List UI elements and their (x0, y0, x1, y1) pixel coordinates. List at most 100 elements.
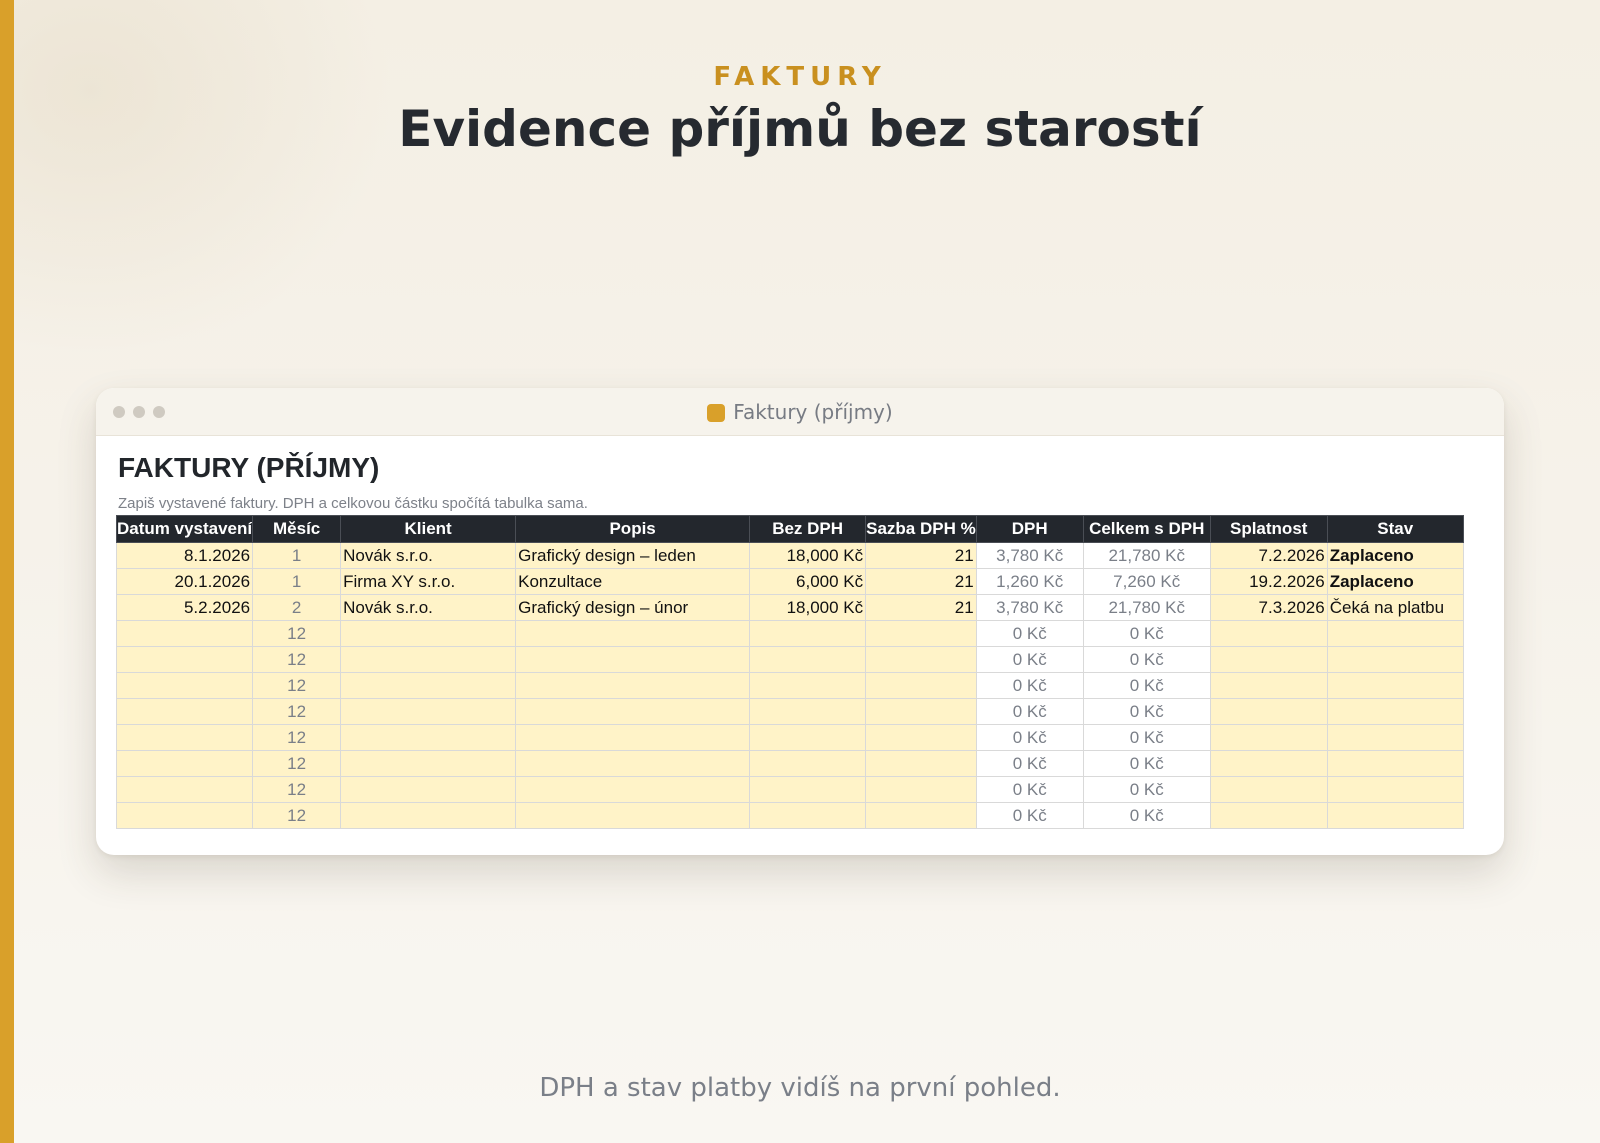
date-cell[interactable] (115, 776, 254, 803)
vat-amount-cell[interactable]: 0 Kč (975, 698, 1084, 725)
vat-rate-cell[interactable] (865, 646, 977, 673)
vat-rate-cell[interactable]: 21 (865, 542, 977, 569)
date-cell[interactable] (115, 672, 254, 699)
vat-rate-cell[interactable] (865, 724, 977, 751)
month-cell[interactable]: 12 (252, 698, 342, 725)
vat-rate-cell[interactable]: 21 (865, 594, 977, 621)
total-amount-cell[interactable]: 21,780 Kč (1082, 594, 1211, 621)
vat-rate-cell[interactable] (865, 698, 977, 725)
date-cell[interactable] (115, 620, 254, 647)
status-cell[interactable] (1326, 672, 1464, 699)
client-cell[interactable]: Novák s.r.o. (340, 594, 517, 621)
client-cell[interactable] (340, 724, 517, 751)
status-cell[interactable] (1326, 776, 1464, 803)
description-cell[interactable] (515, 750, 751, 777)
description-cell[interactable] (515, 620, 751, 647)
col-header[interactable]: Datum vystavení (115, 515, 254, 543)
col-header[interactable]: Sazba DPH % (865, 515, 977, 543)
date-cell[interactable]: 5.2.2026 (115, 594, 254, 621)
due-date-cell[interactable] (1209, 750, 1328, 777)
net-amount-cell[interactable] (749, 776, 867, 803)
status-cell[interactable] (1326, 646, 1464, 673)
date-cell[interactable] (115, 724, 254, 751)
total-amount-cell[interactable]: 0 Kč (1082, 750, 1211, 777)
description-cell[interactable] (515, 724, 751, 751)
month-cell[interactable]: 1 (252, 568, 342, 595)
due-date-cell[interactable] (1209, 802, 1328, 829)
status-cell[interactable] (1326, 750, 1464, 777)
status-cell[interactable] (1326, 620, 1464, 647)
status-cell[interactable]: Čeká na platbu (1326, 594, 1464, 621)
vat-amount-cell[interactable]: 0 Kč (975, 750, 1084, 777)
vat-rate-cell[interactable]: 21 (865, 568, 977, 595)
col-header[interactable]: DPH (975, 515, 1084, 543)
vat-rate-cell[interactable] (865, 620, 977, 647)
col-header[interactable]: Klient (340, 515, 517, 543)
vat-amount-cell[interactable]: 0 Kč (975, 620, 1084, 647)
col-header[interactable]: Celkem s DPH (1082, 515, 1211, 543)
col-header[interactable]: Měsíc (252, 515, 342, 543)
client-cell[interactable] (340, 750, 517, 777)
total-amount-cell[interactable]: 0 Kč (1082, 724, 1211, 751)
month-cell[interactable]: 2 (252, 594, 342, 621)
net-amount-cell[interactable]: 18,000 Kč (749, 542, 867, 569)
vat-amount-cell[interactable]: 1,260 Kč (975, 568, 1084, 595)
net-amount-cell[interactable] (749, 802, 867, 829)
col-header[interactable]: Bez DPH (749, 515, 867, 543)
status-cell[interactable] (1326, 802, 1464, 829)
status-cell[interactable] (1326, 724, 1464, 751)
vat-amount-cell[interactable]: 0 Kč (975, 646, 1084, 673)
due-date-cell[interactable]: 19.2.2026 (1209, 568, 1328, 595)
net-amount-cell[interactable] (749, 750, 867, 777)
client-cell[interactable] (340, 620, 517, 647)
net-amount-cell[interactable] (749, 646, 867, 673)
date-cell[interactable] (115, 646, 254, 673)
client-cell[interactable] (340, 646, 517, 673)
client-cell[interactable] (340, 698, 517, 725)
month-cell[interactable]: 12 (252, 750, 342, 777)
description-cell[interactable] (515, 776, 751, 803)
total-amount-cell[interactable]: 0 Kč (1082, 698, 1211, 725)
description-cell[interactable]: Grafický design – leden (515, 542, 751, 569)
col-header[interactable]: Splatnost (1209, 515, 1328, 543)
due-date-cell[interactable] (1209, 672, 1328, 699)
month-cell[interactable]: 12 (252, 724, 342, 751)
total-amount-cell[interactable]: 0 Kč (1082, 646, 1211, 673)
due-date-cell[interactable]: 7.3.2026 (1209, 594, 1328, 621)
description-cell[interactable] (515, 646, 751, 673)
net-amount-cell[interactable] (749, 620, 867, 647)
month-cell[interactable]: 12 (252, 802, 342, 829)
col-header[interactable]: Popis (515, 515, 751, 543)
total-amount-cell[interactable]: 7,260 Kč (1082, 568, 1211, 595)
due-date-cell[interactable] (1209, 724, 1328, 751)
col-header[interactable]: Stav (1326, 515, 1464, 543)
net-amount-cell[interactable]: 6,000 Kč (749, 568, 867, 595)
date-cell[interactable]: 20.1.2026 (115, 568, 254, 595)
client-cell[interactable] (340, 776, 517, 803)
vat-amount-cell[interactable]: 0 Kč (975, 802, 1084, 829)
description-cell[interactable] (515, 802, 751, 829)
vat-amount-cell[interactable]: 3,780 Kč (975, 594, 1084, 621)
total-amount-cell[interactable]: 0 Kč (1082, 620, 1211, 647)
month-cell[interactable]: 12 (252, 646, 342, 673)
vat-rate-cell[interactable] (865, 750, 977, 777)
vat-amount-cell[interactable]: 0 Kč (975, 724, 1084, 751)
date-cell[interactable] (115, 750, 254, 777)
net-amount-cell[interactable] (749, 724, 867, 751)
client-cell[interactable] (340, 672, 517, 699)
date-cell[interactable] (115, 802, 254, 829)
net-amount-cell[interactable] (749, 698, 867, 725)
status-cell[interactable]: Zaplaceno (1326, 568, 1464, 595)
client-cell[interactable]: Novák s.r.o. (340, 542, 517, 569)
vat-rate-cell[interactable] (865, 776, 977, 803)
vat-rate-cell[interactable] (865, 802, 977, 829)
total-amount-cell[interactable]: 0 Kč (1082, 802, 1211, 829)
month-cell[interactable]: 1 (252, 542, 342, 569)
total-amount-cell[interactable]: 0 Kč (1082, 776, 1211, 803)
due-date-cell[interactable] (1209, 776, 1328, 803)
status-cell[interactable]: Zaplaceno (1326, 542, 1464, 569)
vat-amount-cell[interactable]: 3,780 Kč (975, 542, 1084, 569)
month-cell[interactable]: 12 (252, 620, 342, 647)
total-amount-cell[interactable]: 0 Kč (1082, 672, 1211, 699)
description-cell[interactable] (515, 672, 751, 699)
